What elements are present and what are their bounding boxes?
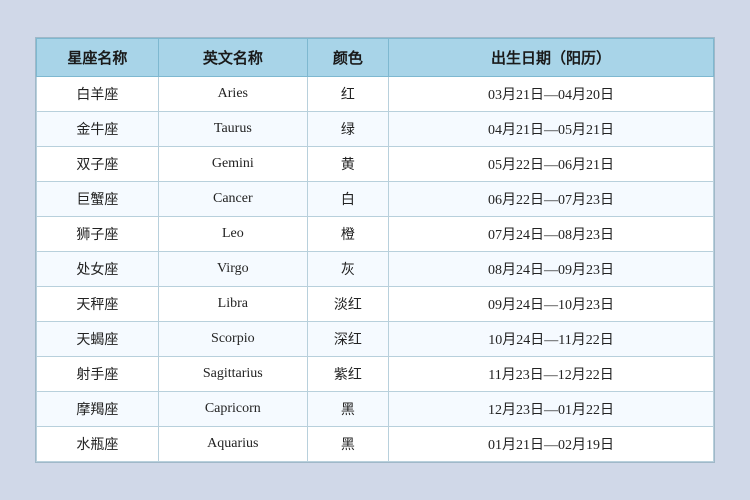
cell-en-name: Virgo (158, 252, 307, 287)
table-row: 金牛座Taurus绿04月21日—05月21日 (37, 112, 714, 147)
cell-zh-name: 摩羯座 (37, 392, 159, 427)
cell-color: 橙 (307, 217, 388, 252)
cell-en-name: Scorpio (158, 322, 307, 357)
header-zh-name: 星座名称 (37, 39, 159, 77)
cell-color: 黑 (307, 392, 388, 427)
cell-en-name: Libra (158, 287, 307, 322)
cell-color: 紫红 (307, 357, 388, 392)
table-row: 处女座Virgo灰08月24日—09月23日 (37, 252, 714, 287)
cell-date: 10月24日—11月22日 (389, 322, 714, 357)
cell-date: 06月22日—07月23日 (389, 182, 714, 217)
cell-en-name: Sagittarius (158, 357, 307, 392)
cell-color: 白 (307, 182, 388, 217)
cell-zh-name: 巨蟹座 (37, 182, 159, 217)
zodiac-table-container: 星座名称 英文名称 颜色 出生日期（阳历） 白羊座Aries红03月21日—04… (35, 37, 715, 463)
cell-date: 12月23日—01月22日 (389, 392, 714, 427)
cell-zh-name: 双子座 (37, 147, 159, 182)
cell-en-name: Capricorn (158, 392, 307, 427)
table-row: 射手座Sagittarius紫红11月23日—12月22日 (37, 357, 714, 392)
cell-date: 09月24日—10月23日 (389, 287, 714, 322)
cell-zh-name: 狮子座 (37, 217, 159, 252)
cell-zh-name: 天蝎座 (37, 322, 159, 357)
table-row: 天秤座Libra淡红09月24日—10月23日 (37, 287, 714, 322)
cell-zh-name: 水瓶座 (37, 427, 159, 462)
cell-zh-name: 处女座 (37, 252, 159, 287)
cell-color: 灰 (307, 252, 388, 287)
cell-en-name: Taurus (158, 112, 307, 147)
zodiac-table: 星座名称 英文名称 颜色 出生日期（阳历） 白羊座Aries红03月21日—04… (36, 38, 714, 462)
table-row: 水瓶座Aquarius黑01月21日—02月19日 (37, 427, 714, 462)
cell-zh-name: 天秤座 (37, 287, 159, 322)
cell-en-name: Leo (158, 217, 307, 252)
cell-zh-name: 金牛座 (37, 112, 159, 147)
table-row: 狮子座Leo橙07月24日—08月23日 (37, 217, 714, 252)
table-header-row: 星座名称 英文名称 颜色 出生日期（阳历） (37, 39, 714, 77)
cell-date: 01月21日—02月19日 (389, 427, 714, 462)
cell-date: 05月22日—06月21日 (389, 147, 714, 182)
cell-color: 红 (307, 77, 388, 112)
header-date: 出生日期（阳历） (389, 39, 714, 77)
cell-date: 07月24日—08月23日 (389, 217, 714, 252)
cell-en-name: Aries (158, 77, 307, 112)
table-row: 摩羯座Capricorn黑12月23日—01月22日 (37, 392, 714, 427)
cell-en-name: Gemini (158, 147, 307, 182)
table-row: 白羊座Aries红03月21日—04月20日 (37, 77, 714, 112)
table-row: 天蝎座Scorpio深红10月24日—11月22日 (37, 322, 714, 357)
cell-en-name: Aquarius (158, 427, 307, 462)
cell-zh-name: 白羊座 (37, 77, 159, 112)
header-en-name: 英文名称 (158, 39, 307, 77)
cell-en-name: Cancer (158, 182, 307, 217)
cell-color: 黄 (307, 147, 388, 182)
cell-color: 淡红 (307, 287, 388, 322)
table-body: 白羊座Aries红03月21日—04月20日金牛座Taurus绿04月21日—0… (37, 77, 714, 462)
header-color: 颜色 (307, 39, 388, 77)
cell-date: 03月21日—04月20日 (389, 77, 714, 112)
cell-date: 08月24日—09月23日 (389, 252, 714, 287)
cell-zh-name: 射手座 (37, 357, 159, 392)
cell-color: 绿 (307, 112, 388, 147)
cell-color: 黑 (307, 427, 388, 462)
cell-date: 11月23日—12月22日 (389, 357, 714, 392)
table-row: 双子座Gemini黄05月22日—06月21日 (37, 147, 714, 182)
cell-date: 04月21日—05月21日 (389, 112, 714, 147)
table-row: 巨蟹座Cancer白06月22日—07月23日 (37, 182, 714, 217)
cell-color: 深红 (307, 322, 388, 357)
